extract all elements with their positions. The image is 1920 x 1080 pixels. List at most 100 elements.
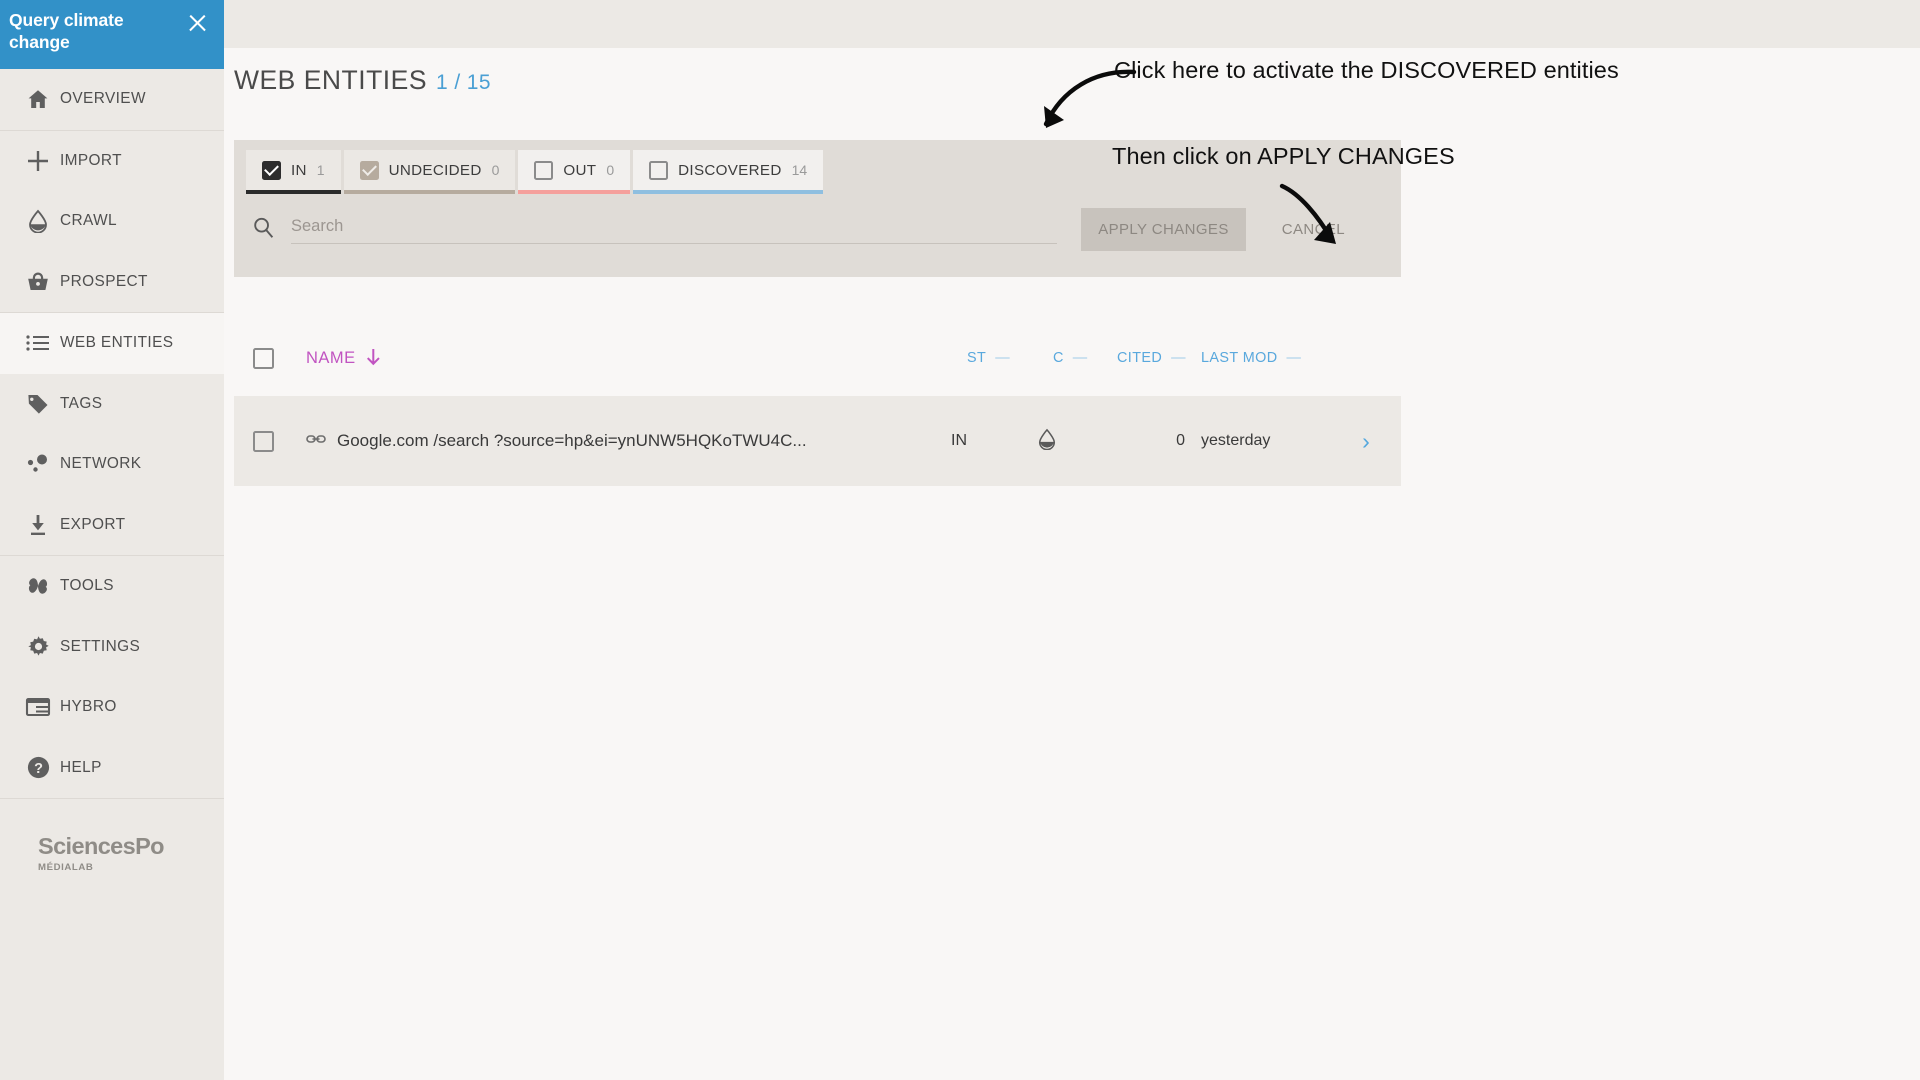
column-header-name-label: NAME	[306, 348, 356, 367]
sciencespo-wordmark: SciencesPo	[38, 833, 165, 859]
tab-undecided-count: 0	[491, 162, 500, 178]
page-title: WEB ENTITIES 1 / 15	[234, 65, 491, 96]
sidebar-item-overview[interactable]: OVERVIEW	[0, 69, 224, 130]
column-header-cited-dash: —	[1171, 350, 1186, 366]
svg-text:?: ?	[34, 761, 43, 777]
sidebar-item-label: CRAWL	[60, 212, 118, 230]
sort-desc-icon	[366, 348, 381, 368]
sidebar-item-label: IMPORT	[60, 151, 122, 169]
select-all-checkbox[interactable]	[253, 347, 274, 369]
network-icon	[16, 453, 60, 475]
link-icon	[306, 432, 326, 451]
web-entities-table: NAME ST — C — CITED — LAST MOD — Google.…	[234, 320, 1401, 486]
column-header-cited-label: CITED	[1117, 350, 1163, 366]
main-content: WEB ENTITIES 1 / 15 IN 1 UNDECIDED 0 OUT	[224, 0, 1920, 1080]
search-input[interactable]	[291, 215, 1058, 244]
nav-group-1: OVERVIEW	[0, 69, 224, 131]
sidebar-item-label: HELP	[60, 758, 102, 776]
sidebar-item-label: PROSPECT	[60, 272, 148, 290]
sidebar-item-label: HYBRO	[60, 698, 117, 716]
gear-icon	[16, 634, 60, 659]
row-open-button[interactable]: ›	[1331, 428, 1401, 455]
row-crawl-status	[1037, 428, 1101, 455]
column-header-last-mod-dash: —	[1286, 350, 1302, 366]
annotation-2: Then click on APPLY CHANGES	[1112, 143, 1455, 169]
tab-in-count: 1	[316, 162, 325, 178]
plus-icon	[16, 148, 60, 174]
checkbox-out[interactable]	[534, 160, 554, 180]
column-header-name[interactable]: NAME	[274, 348, 967, 368]
application-window: Query climate change OVERVIEW IMPORT CRA…	[0, 0, 1920, 1080]
tab-out-label: OUT	[563, 161, 597, 179]
sidebar: Query climate change OVERVIEW IMPORT CRA…	[0, 0, 224, 1080]
search-icon	[252, 216, 275, 244]
nav-group-2: IMPORT CRAWL PROSPECT	[0, 131, 224, 313]
sidebar-item-label: WEB ENTITIES	[60, 334, 174, 352]
row-last-mod: yesterday	[1201, 432, 1271, 449]
basket-icon	[16, 270, 60, 294]
nav-group-4: TOOLS SETTINGS HYBRO ? HELP	[0, 556, 224, 799]
sidebar-item-export[interactable]: EXPORT	[0, 495, 224, 556]
tab-out-count: 0	[606, 162, 615, 178]
table-row[interactable]: Google.com /search ?source=hp&ei=ynUNW5H…	[234, 396, 1401, 486]
tab-in-label: IN	[291, 161, 307, 179]
column-header-last-mod-label: LAST MOD	[1201, 350, 1278, 366]
medialab-label: MÉDIALAB	[38, 861, 94, 873]
sidebar-item-crawl[interactable]: CRAWL	[0, 191, 224, 252]
checkbox-in[interactable]	[262, 160, 281, 180]
column-header-c[interactable]: C —	[1053, 350, 1117, 366]
column-header-cited[interactable]: CITED —	[1117, 350, 1201, 366]
annotation-1: Click here to activate the DISCOVERED en…	[1114, 57, 1619, 83]
row-cited: 0	[1176, 432, 1185, 449]
project-title: Query climate change	[9, 10, 124, 53]
sidebar-item-label: TOOLS	[60, 577, 114, 595]
column-header-st-label: ST	[967, 350, 987, 366]
column-header-st[interactable]: ST —	[967, 350, 1053, 366]
list-icon	[16, 333, 60, 353]
sidebar-item-prospect[interactable]: PROSPECT	[0, 252, 224, 313]
row-checkbox[interactable]	[253, 430, 274, 452]
sidebar-item-help[interactable]: ? HELP	[0, 738, 224, 799]
question-icon: ?	[16, 755, 60, 780]
home-icon	[16, 87, 60, 111]
annotation-arrow-1	[1043, 69, 1137, 128]
sidebar-item-label: TAGS	[60, 394, 103, 412]
column-header-c-label: C	[1053, 350, 1064, 366]
tab-in[interactable]: IN 1	[246, 150, 341, 194]
sidebar-item-hybro[interactable]: HYBRO	[0, 677, 224, 738]
page-count: 1 / 15	[436, 71, 491, 94]
close-icon[interactable]	[184, 10, 210, 36]
sidebar-item-tools[interactable]: TOOLS	[0, 556, 224, 617]
annotation-arrow-2	[1279, 183, 1336, 244]
sciencespo-logo: SciencesPo MÉDIALAB	[0, 799, 224, 873]
sidebar-item-label: SETTINGS	[60, 637, 141, 655]
row-status: IN	[951, 432, 967, 449]
column-header-last-mod[interactable]: LAST MOD —	[1201, 350, 1331, 366]
tab-discovered[interactable]: DISCOVERED 14	[633, 150, 824, 194]
chevron-right-icon: ›	[1362, 427, 1370, 454]
droplet-icon	[1037, 428, 1057, 454]
sidebar-item-network[interactable]: NETWORK	[0, 434, 224, 495]
sidebar-item-import[interactable]: IMPORT	[0, 131, 224, 192]
apply-changes-button[interactable]: APPLY CHANGES	[1081, 208, 1246, 251]
entity-name: Google.com /search ?source=hp&ei=ynUNW5H…	[337, 431, 807, 450]
pinwheel-icon	[16, 573, 60, 599]
download-icon	[16, 513, 60, 537]
sidebar-item-label: OVERVIEW	[60, 90, 146, 108]
sidebar-item-label: EXPORT	[60, 515, 126, 533]
sidebar-item-web-entities[interactable]: WEB ENTITIES	[0, 313, 224, 374]
column-header-c-dash: —	[1072, 350, 1088, 366]
sidebar-item-settings[interactable]: SETTINGS	[0, 617, 224, 678]
page-title-text: WEB ENTITIES	[234, 65, 427, 95]
tab-undecided[interactable]: UNDECIDED 0	[343, 150, 516, 194]
checkbox-discovered[interactable]	[649, 160, 669, 180]
tab-discovered-count: 14	[791, 162, 808, 178]
checkbox-undecided[interactable]	[359, 160, 379, 180]
droplet-icon	[16, 209, 60, 234]
tag-icon	[16, 392, 60, 416]
sidebar-item-tags[interactable]: TAGS	[0, 374, 224, 435]
tab-discovered-label: DISCOVERED	[678, 161, 782, 179]
row-name-cell: Google.com /search ?source=hp&ei=ynUNW5H…	[274, 431, 951, 451]
tab-out[interactable]: OUT 0	[518, 150, 631, 194]
top-strip	[224, 0, 1920, 48]
